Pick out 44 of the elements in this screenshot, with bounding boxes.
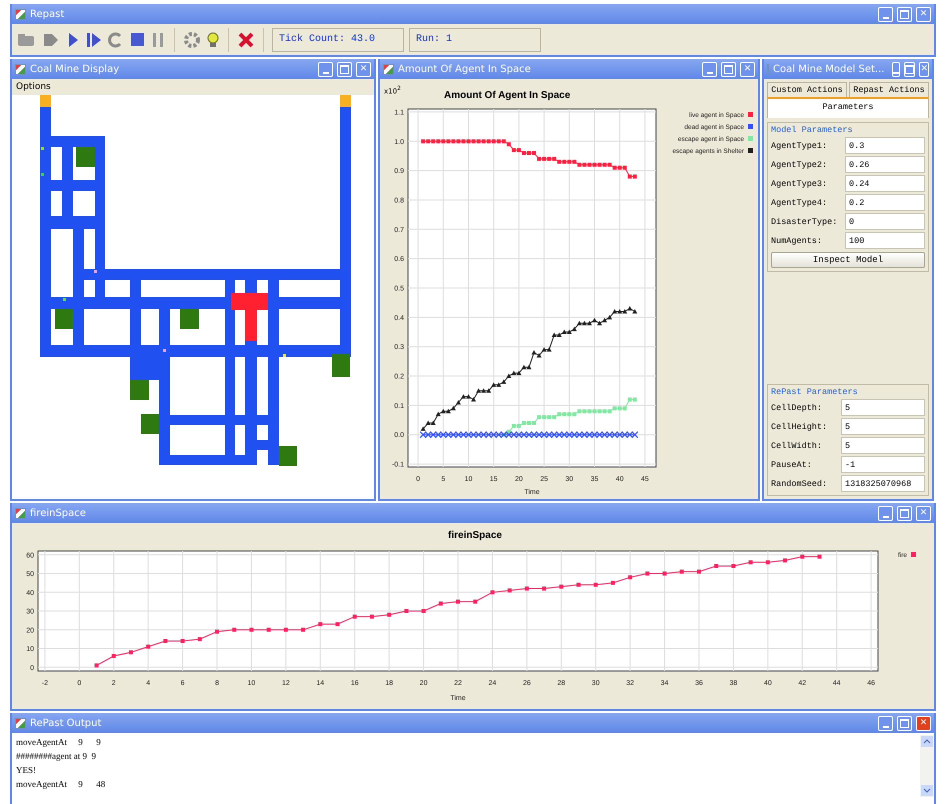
tick-count-display: Tick Count: 43.0: [272, 28, 404, 52]
field-label: AgentType1:: [771, 140, 828, 150]
group-title: Model Parameters: [771, 125, 854, 135]
tab[interactable]: Custom Actions: [767, 82, 847, 97]
field-label: CellWidth:: [771, 440, 824, 450]
output-line: YES!: [16, 764, 36, 777]
window-title: RePast Output: [30, 718, 102, 728]
field-label: RandomSeed:: [771, 478, 828, 488]
field-label: AgentType3:: [771, 178, 828, 188]
input-field[interactable]: -1: [841, 456, 925, 473]
input-field[interactable]: 5: [841, 437, 925, 454]
field-label: CellDepth:: [771, 402, 824, 412]
input-field[interactable]: 0: [845, 213, 925, 230]
field-label: PauseAt:: [771, 460, 813, 470]
input-field[interactable]: 1318325070968: [841, 475, 925, 492]
input-field[interactable]: 0.2: [845, 194, 925, 211]
tab[interactable]: Parameters: [767, 97, 929, 118]
input-field[interactable]: 0.24: [845, 175, 925, 192]
tab[interactable]: Repast Actions: [849, 82, 929, 97]
output-line: moveAgentAt 9 9: [16, 736, 101, 749]
window-title: Coal Mine Model Set...: [773, 64, 884, 74]
group-title: RePast Parameters: [771, 387, 859, 397]
close-button[interactable]: ✕: [916, 716, 931, 730]
output-line: moveAgentAt 9 48: [16, 778, 106, 791]
field-label: NumAgents:: [771, 236, 824, 246]
menu-item[interactable]: Options: [16, 82, 51, 92]
inspect-model-button[interactable]: Inspect Model: [771, 252, 925, 268]
window-title: fireinSpace: [30, 508, 86, 518]
chart-title: fireinSpace: [448, 530, 502, 543]
input-field[interactable]: 0.3: [845, 137, 925, 154]
window-title: Amount Of Agent In Space: [398, 64, 531, 74]
field-label: CellHeight:: [771, 422, 828, 432]
input-field[interactable]: 100: [845, 232, 925, 249]
window-title: Repast: [30, 8, 64, 20]
run-display: Run: 1: [409, 28, 541, 52]
input-field[interactable]: 5: [841, 399, 925, 416]
field-label: DisasterType:: [771, 216, 838, 226]
field-label: AgentType4:: [771, 198, 828, 208]
chart-title: Amount Of Agent In Space: [444, 90, 570, 103]
window-title: Coal Mine Display: [30, 64, 120, 74]
input-field[interactable]: 0.26: [845, 156, 925, 173]
input-field[interactable]: 5: [841, 418, 925, 435]
field-label: AgentType2:: [771, 160, 828, 170]
output-line: ########agent at 9 9: [16, 750, 96, 763]
